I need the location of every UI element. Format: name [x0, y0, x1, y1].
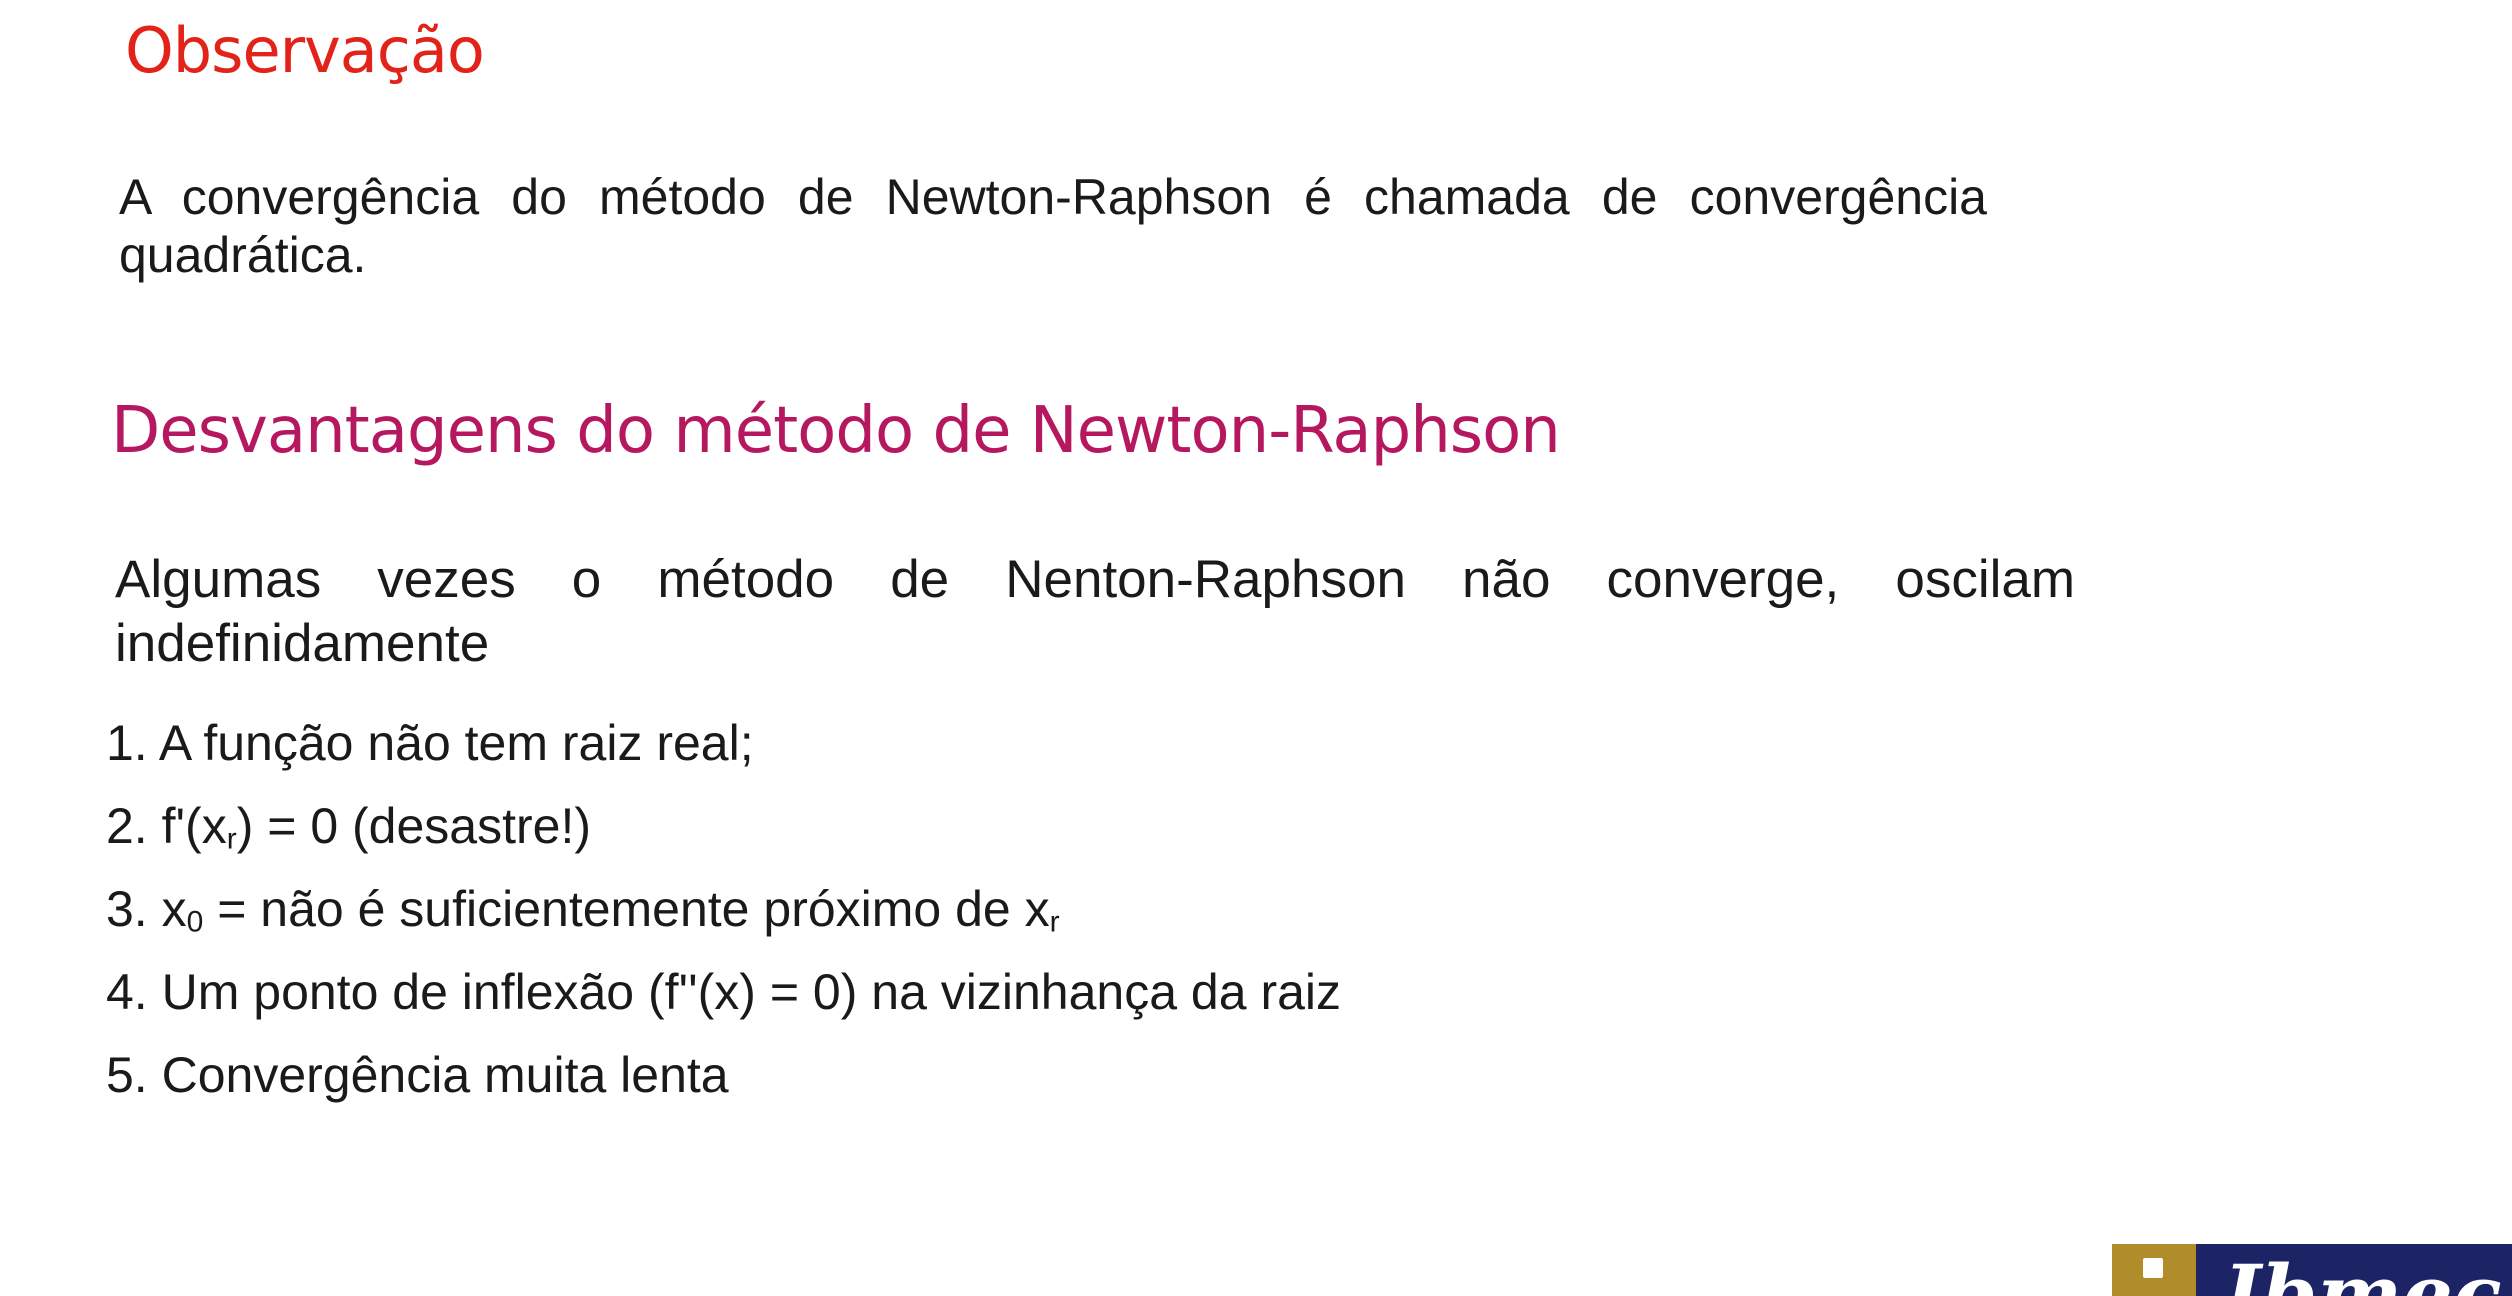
observacao-text: A convergência do método de Newton-Raphs…	[119, 169, 1987, 283]
list-item: 1. A função não tem raiz real;	[106, 708, 1341, 791]
item-text-pre: f'(x	[161, 798, 227, 854]
logo-brand-text: Ibmec	[2224, 1247, 2502, 1296]
list-item: 2. f'(xr) = 0 (desastre!)	[106, 791, 1341, 874]
item-text-pre: x	[161, 881, 187, 937]
subscript: r	[1049, 905, 1060, 939]
logo-i-mark-icon	[2112, 1244, 2196, 1296]
item-number: 2.	[106, 798, 148, 854]
list-item: 4. Um ponto de inflexão (f''(x) = 0) na …	[106, 957, 1341, 1040]
item-number: 4.	[106, 964, 148, 1020]
observacao-title: Observação	[125, 14, 485, 87]
item-text-mid: = não é suficientemente próximo de x	[203, 881, 1050, 937]
desvantagens-title: Desvantagens do método de Newton-Raphson	[111, 394, 1561, 468]
item-text: Um ponto de inflexão (f''(x) = 0) na viz…	[161, 964, 1342, 1020]
slide: Observação A convergência do método de N…	[0, 0, 2512, 1296]
subscript: r	[226, 822, 237, 856]
item-number: 5.	[106, 1047, 148, 1103]
item-number: 1.	[106, 715, 148, 771]
desvantagens-intro: Algumas vezes o método de Nenton-Raphson…	[115, 550, 2075, 664]
desvantagens-list: 1. A função não tem raiz real; 2. f'(xr)…	[106, 708, 1341, 1123]
item-number: 3.	[106, 881, 148, 937]
item-text-post: ) = 0 (desastre!)	[236, 798, 591, 854]
subscript: 0	[186, 905, 204, 939]
ibmec-logo: Ibmec	[2112, 1244, 2512, 1296]
item-text: Convergência muita lenta	[161, 1047, 729, 1103]
item-text: A função não tem raiz real;	[158, 715, 754, 771]
list-item: 3. x0 = não é suficientemente próximo de…	[106, 874, 1341, 957]
list-item: 5. Convergência muita lenta	[106, 1040, 1341, 1123]
